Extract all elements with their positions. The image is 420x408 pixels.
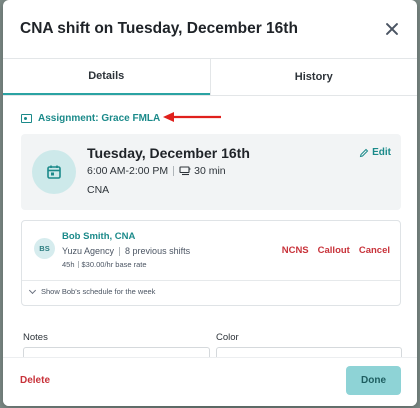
worker-agency: Yuzu Agency (62, 246, 115, 256)
worker-hours: 45h (62, 260, 75, 269)
worker-actions: NCNS Callout Cancel (282, 245, 390, 256)
modal-title: CNA shift on Tuesday, December 16th (20, 20, 298, 37)
calendar-icon (47, 165, 61, 179)
notes-field[interactable] (23, 347, 210, 357)
worker-meta: Yuzu Agency 8 previous shifts (62, 246, 190, 256)
break-duration: 30 min (194, 165, 226, 177)
close-icon[interactable] (383, 20, 401, 38)
shift-time: 6:00 AM-2:00 PM (87, 165, 169, 177)
assignment-link[interactable]: Assignment: Grace FMLA (38, 113, 160, 124)
show-schedule-toggle[interactable]: Show Bob's schedule for the week (28, 286, 156, 296)
color-label: Color (216, 332, 239, 343)
cancel-button[interactable]: Cancel (359, 245, 390, 256)
shift-role: CNA (87, 184, 110, 196)
divider (22, 280, 400, 281)
worker-rate: $30.00/hr base rate (81, 260, 147, 269)
done-button[interactable]: Done (346, 366, 401, 395)
ncns-button[interactable]: NCNS (282, 245, 309, 256)
meal-break-icon (179, 166, 191, 176)
delete-button[interactable]: Delete (20, 375, 50, 386)
shift-modal: CNA shift on Tuesday, December 16th Deta… (3, 0, 417, 406)
tab-bar: Details History (3, 58, 417, 96)
color-select[interactable] (216, 347, 402, 357)
modal-footer: Delete Done (3, 357, 417, 406)
calendar-icon-badge (32, 150, 76, 194)
separator (119, 246, 121, 256)
worker-card: BS Bob Smith, CNA Yuzu Agency 8 previous… (21, 220, 401, 306)
separator (173, 166, 175, 176)
edit-shift-button[interactable]: Edit (359, 147, 391, 158)
worker-previous-shifts: 8 previous shifts (125, 246, 191, 256)
worker-rate-row: 45h $30.00/hr base rate (62, 260, 147, 269)
notes-label: Notes (23, 332, 48, 343)
tab-history[interactable]: History (209, 59, 418, 95)
shift-time-row: 6:00 AM-2:00 PM 30 min (87, 165, 226, 177)
show-schedule-label: Show Bob's schedule for the week (41, 287, 156, 296)
edit-label: Edit (372, 147, 391, 158)
pencil-icon (359, 148, 369, 157)
worker-name-link[interactable]: Bob Smith, CNA (62, 231, 135, 242)
shift-date: Tuesday, December 16th (87, 145, 250, 161)
calendar-user-icon (21, 114, 32, 123)
separator (77, 261, 79, 268)
tab-details[interactable]: Details (3, 59, 210, 95)
avatar: BS (34, 238, 55, 259)
modal-header: CNA shift on Tuesday, December 16th (3, 0, 417, 58)
chevron-down-icon (28, 286, 37, 294)
callout-button[interactable]: Callout (318, 245, 350, 256)
assignment-link-row[interactable]: Assignment: Grace FMLA (21, 113, 160, 124)
red-arrow-annotation (163, 112, 221, 122)
shift-summary-card: Tuesday, December 16th 6:00 AM-2:00 PM 3… (21, 134, 401, 210)
